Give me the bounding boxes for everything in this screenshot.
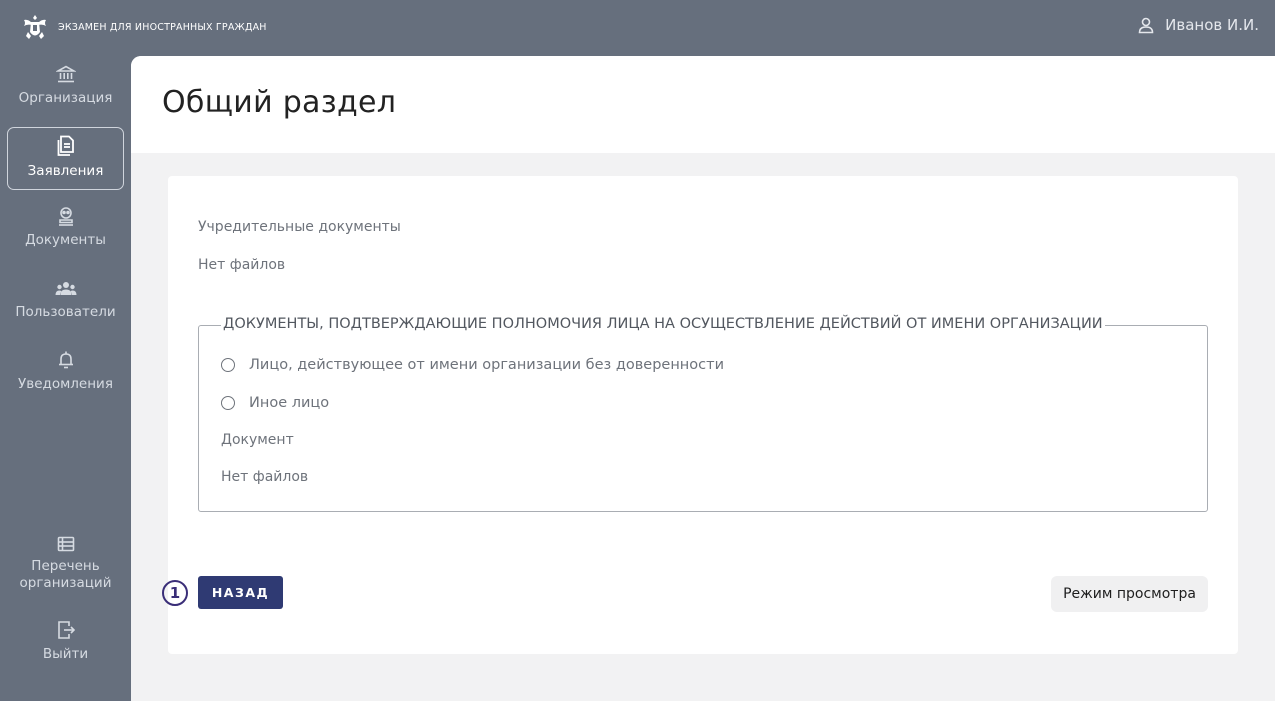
main-content: Общий раздел Учредительные документы Нет… (131, 56, 1275, 701)
radio-option-no-power-of-attorney[interactable]: Лицо, действующее от имени организации б… (221, 357, 724, 373)
sidebar-item-label: Заявления (27, 163, 104, 179)
title-bar: Общий раздел (131, 56, 1275, 153)
document-copy-icon (57, 135, 74, 156)
radio-button[interactable] (221, 358, 235, 372)
founding-docs-value: Нет файлов (198, 257, 286, 273)
document-value: Нет файлов (221, 469, 309, 485)
user-name: Иванов И.И. (1165, 16, 1259, 34)
emblem-icon (24, 15, 46, 39)
fieldset-legend: ДОКУМЕНТЫ, ПОДТВЕРЖДАЮЩИЕ ПОЛНОМОЧИЯ ЛИЦ… (221, 316, 1105, 332)
logout-icon (57, 621, 75, 639)
sidebar-item-applications[interactable]: Заявления (7, 127, 124, 190)
sidebar: Организация Заявления Документы Пользова… (0, 56, 131, 701)
radio-label: Лицо, действующее от имени организации б… (249, 357, 724, 373)
bank-icon (55, 65, 76, 83)
document-label: Документ (221, 432, 294, 448)
sidebar-item-label: Организация (18, 90, 113, 106)
view-mode-button[interactable]: Режим просмотра (1051, 576, 1208, 612)
back-button[interactable]: НАЗАД (198, 576, 283, 609)
sidebar-item-label: Пользователи (15, 304, 116, 320)
sidebar-item-documents[interactable]: Документы (0, 206, 131, 264)
founding-docs-label: Учредительные документы (198, 219, 401, 235)
form-card: Учредительные документы Нет файлов ДОКУМ… (162, 176, 1238, 654)
sidebar-item-notifications[interactable]: Уведомления (0, 350, 131, 408)
sidebar-item-users[interactable]: Пользователи (0, 280, 131, 338)
radio-label: Иное лицо (249, 395, 330, 411)
sidebar-item-organizations-list[interactable]: Перечень организаций (0, 536, 131, 598)
sidebar-item-label: Документы (25, 232, 106, 248)
users-icon (55, 282, 76, 295)
sidebar-item-label: организаций (19, 575, 112, 591)
radio-button[interactable] (221, 396, 235, 410)
user-menu[interactable]: Иванов И.И. (1137, 16, 1259, 34)
sidebar-item-logout[interactable]: Выйти (0, 620, 131, 672)
brand[interactable]: ЭКЗАМЕН ДЛЯ ИНОСТРАННЫХ ГРАЖДАН (22, 12, 267, 42)
app-title: ЭКЗАМЕН ДЛЯ ИНОСТРАННЫХ ГРАЖДАН (58, 21, 267, 33)
page-title: Общий раздел (162, 85, 397, 120)
list-icon (57, 536, 74, 552)
radio-option-other-person[interactable]: Иное лицо (221, 395, 329, 411)
sidebar-item-label: Выйти (42, 646, 89, 662)
user-icon (1138, 17, 1154, 34)
sidebar-item-label: Уведомления (18, 376, 113, 392)
authority-documents-fieldset: ДОКУМЕНТЫ, ПОДТВЕРЖДАЮЩИЕ ПОЛНОМОЧИЯ ЛИЦ… (198, 316, 1208, 512)
sidebar-item-organization[interactable]: Организация (0, 64, 131, 122)
step-marker: 1 (162, 580, 188, 606)
sidebar-item-label: Перечень (31, 558, 100, 574)
top-bar: ЭКЗАМЕН ДЛЯ ИНОСТРАННЫХ ГРАЖДАН Иванов И… (0, 0, 1275, 56)
stamp-icon (58, 207, 73, 226)
bell-icon (58, 351, 73, 369)
